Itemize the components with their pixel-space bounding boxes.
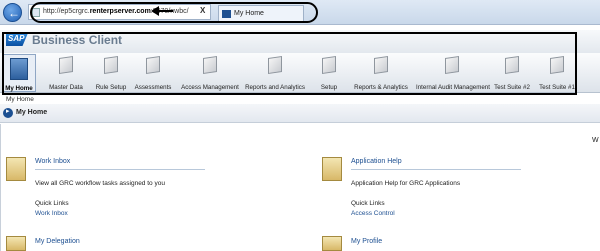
my-profile-panel: My Profile	[322, 236, 582, 251]
panel-title[interactable]: My Profile	[351, 238, 382, 245]
left-divider	[0, 124, 1, 251]
work-inbox-panel: Work Inbox View all GRC workflow tasks a…	[6, 157, 266, 227]
my-delegation-panel: My Delegation	[6, 236, 266, 251]
back-button[interactable]: ←	[3, 3, 22, 22]
panel-title[interactable]: Work Inbox	[35, 158, 70, 165]
access-control-link[interactable]: Access Control	[351, 210, 395, 217]
inbox-icon	[6, 157, 26, 181]
panel-description: Application Help for GRC Applications	[351, 180, 461, 187]
panel-divider	[35, 169, 205, 170]
application-help-panel: Application Help Application Help for GR…	[322, 157, 582, 227]
expand-icon[interactable]: ▸	[3, 108, 13, 118]
back-arrow-icon: ←	[8, 6, 20, 20]
work-inbox-link[interactable]: Work Inbox	[35, 210, 68, 217]
annotation-outline-address	[30, 2, 318, 23]
quick-links-label: Quick Links	[351, 200, 385, 207]
annotation-outline-header	[2, 32, 577, 95]
panel-description: View all GRC workflow tasks assigned to …	[35, 180, 165, 187]
quick-links-label: Quick Links	[35, 200, 69, 207]
profile-icon	[322, 236, 342, 251]
page-header-trailing-text: W	[592, 137, 599, 144]
panel-divider	[351, 169, 521, 170]
panel-title[interactable]: Application Help	[351, 158, 402, 165]
panel-title[interactable]: My Delegation	[35, 238, 80, 245]
page-header: ▸ My Home	[0, 104, 600, 123]
help-icon	[322, 157, 342, 181]
screen: ← http://ep5crgrc.renterpserver.com:8070…	[0, 0, 600, 251]
page-title: My Home	[16, 109, 48, 116]
breadcrumb: My Home	[6, 96, 34, 103]
delegation-icon	[6, 236, 26, 251]
